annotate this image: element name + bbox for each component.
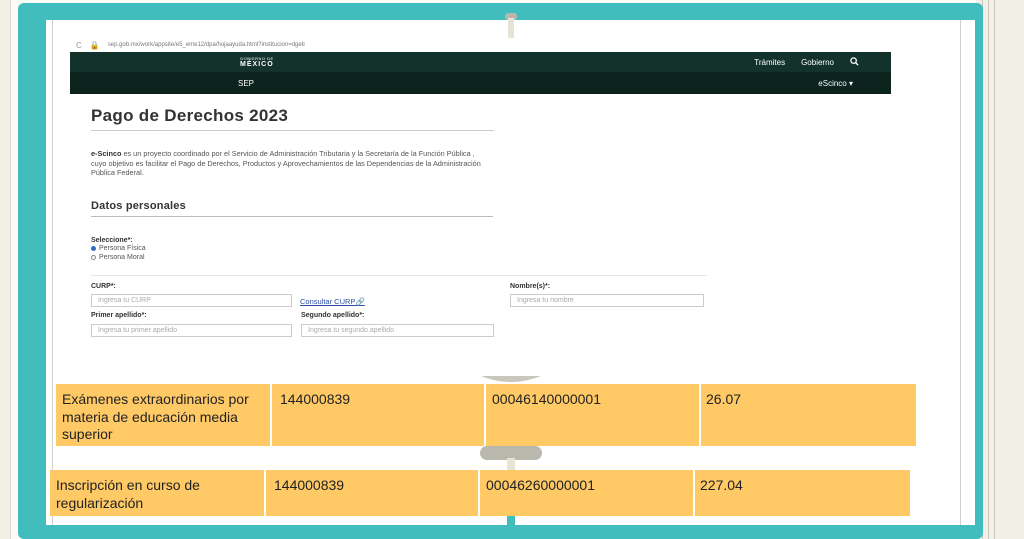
select-label: Seleccione*: bbox=[91, 236, 133, 244]
external-link-icon: 🔗 bbox=[355, 296, 365, 306]
radio-selected-icon[interactable] bbox=[91, 245, 96, 251]
radio-persona-moral[interactable]: Persona Moral bbox=[91, 253, 891, 262]
amount-cell: 227.04 bbox=[700, 477, 743, 493]
curp-input[interactable]: Ingresa tu CURP bbox=[91, 293, 292, 307]
reload-icon[interactable]: C bbox=[76, 41, 82, 50]
embedded-screenshot: C 🔒 sep.gob.mx/work/appsite/e5_eme12/dpa… bbox=[70, 38, 891, 381]
nav-link-tramites[interactable]: Trámites bbox=[754, 58, 785, 67]
radio-persona-fisica[interactable]: Persona Física bbox=[91, 244, 891, 253]
intro-brand: e-Scinco bbox=[91, 149, 122, 158]
name-label: Nombre(s)*: bbox=[510, 282, 551, 290]
gov-header: GOBIERNO DE MÉXICO Trámites Gobierno bbox=[70, 52, 891, 72]
sep-header: SEP eScinco ▾ bbox=[70, 72, 891, 94]
gobierno-mexico-logo[interactable]: GOBIERNO DE MÉXICO bbox=[240, 56, 274, 68]
search-icon[interactable] bbox=[850, 56, 859, 68]
binder-clip-icon bbox=[480, 446, 542, 472]
slide-left-edge bbox=[0, 0, 11, 539]
second-surname-label: Segundo apellido*: bbox=[301, 311, 365, 319]
sep-brand-link[interactable]: SEP bbox=[238, 79, 254, 88]
concept-cell: Inscripción en curso de regularización bbox=[56, 477, 200, 511]
intro-paragraph: e-Scinco es un proyecto coordinado por e… bbox=[91, 149, 491, 178]
page-title: Pago de Derechos 2023 bbox=[91, 106, 289, 125]
binder-clip-icon bbox=[507, 516, 515, 539]
concept-cell: Exámenes extraordinarios por materia de … bbox=[62, 391, 249, 442]
form-divider bbox=[91, 274, 707, 276]
reference-cell: 00046140000001 bbox=[492, 391, 602, 407]
escinco-menu[interactable]: eScinco ▾ bbox=[818, 79, 853, 88]
name-input[interactable]: Ingresa tu nombre bbox=[510, 293, 704, 307]
intro-text: es un proyecto coordinado por el Servici… bbox=[91, 149, 481, 177]
title-divider bbox=[91, 130, 494, 131]
section-divider bbox=[91, 215, 493, 217]
consult-curp-link[interactable]: Consultar CURP🔗 bbox=[300, 297, 365, 306]
section-title: Datos personales bbox=[91, 199, 186, 212]
nav-link-gobierno[interactable]: Gobierno bbox=[801, 58, 834, 67]
first-surname-input[interactable]: Ingresa tu primer apellido bbox=[91, 323, 292, 337]
url-text: sep.gob.mx/work/appsite/e5_eme12/dpa/hoj… bbox=[107, 42, 305, 48]
table-row: Exámenes extraordinarios por materia de … bbox=[56, 384, 916, 446]
slide-right-edge bbox=[976, 0, 1024, 539]
curp-label: CURP*: bbox=[91, 282, 116, 290]
key-cell: 144000839 bbox=[280, 391, 351, 407]
table-row: Inscripción en curso de regularización 1… bbox=[50, 470, 910, 516]
radio-unselected-icon[interactable] bbox=[91, 254, 96, 260]
browser-address-bar[interactable]: C 🔒 sep.gob.mx/work/appsite/e5_eme12/dpa… bbox=[70, 38, 891, 52]
reference-cell: 00046260000001 bbox=[486, 477, 596, 493]
main-content: Pago de Derechos 2023 e-Scinco es un pro… bbox=[70, 94, 891, 343]
key-cell: 144000839 bbox=[274, 477, 345, 493]
amount-cell: 26.07 bbox=[706, 391, 742, 407]
first-surname-label: Primer apellido*: bbox=[91, 311, 147, 319]
lock-icon: 🔒 bbox=[89, 40, 100, 50]
second-surname-input[interactable]: Ingresa tu segundo apellido bbox=[301, 323, 494, 337]
